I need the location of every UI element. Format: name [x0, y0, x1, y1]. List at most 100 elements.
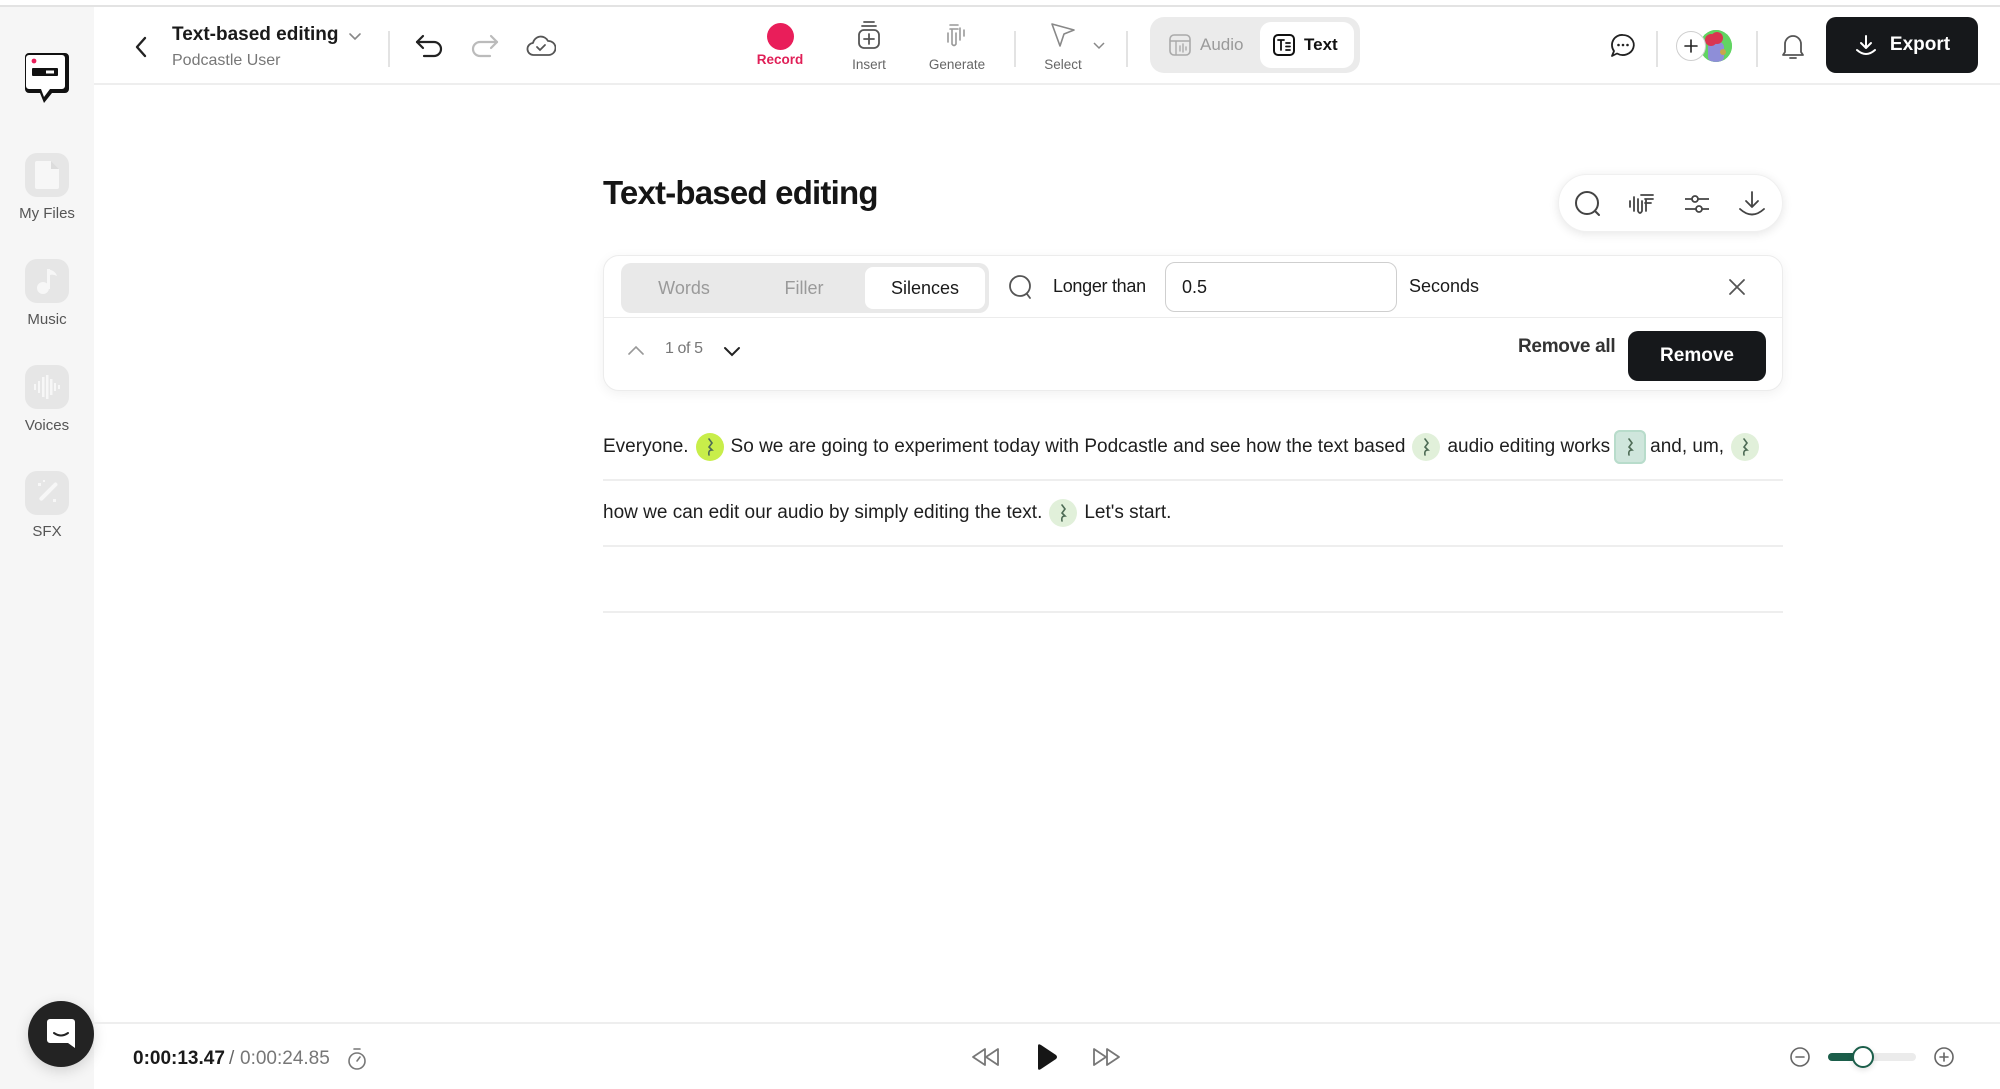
redo-icon [471, 34, 499, 58]
magic-wand-icon [25, 471, 69, 515]
sidebar-item-label: Voices [24, 417, 70, 434]
search-button[interactable] [1573, 189, 1603, 219]
chevron-down-icon [724, 347, 740, 357]
generate-button[interactable]: Generate [924, 20, 990, 72]
tab-silences[interactable]: Silences [865, 267, 985, 309]
sidebar-item-sfx[interactable]: SFX [0, 471, 94, 540]
tool-label: Record [756, 52, 804, 67]
download-transcript-button[interactable] [1737, 189, 1767, 219]
file-icon [25, 153, 69, 197]
chevron-up-icon [628, 345, 644, 355]
transcript-text[interactable]: and, um, [1650, 436, 1724, 458]
transcript-line: Everyone. So we are going to experiment … [603, 415, 1783, 481]
cursor-icon [1051, 23, 1075, 47]
zoom-slider-handle[interactable] [1852, 1046, 1875, 1068]
select-tool-button[interactable]: Select [1038, 20, 1088, 72]
plus-circle-icon [1934, 1047, 1954, 1067]
settings-sliders-button[interactable] [1682, 189, 1712, 219]
waveform-edit-icon [1629, 194, 1654, 214]
rest-icon [1743, 438, 1749, 456]
timer-button[interactable] [346, 1047, 368, 1071]
sidebar-item-voices[interactable]: Voices [0, 365, 94, 434]
notifications-button[interactable] [1776, 29, 1810, 63]
mode-label: Text [1304, 35, 1338, 54]
redo-button[interactable] [468, 29, 502, 63]
longer-than-label: Longer than [1053, 276, 1146, 296]
mode-text-tab[interactable]: Text [1260, 22, 1354, 68]
chevron-left-icon [135, 36, 147, 58]
export-button[interactable]: Export [1826, 17, 1978, 73]
zoom-in-button[interactable] [1932, 1045, 1956, 1069]
silence-marker[interactable] [1731, 433, 1760, 461]
record-button[interactable]: Record [754, 20, 806, 67]
silence-marker[interactable] [695, 433, 724, 461]
audio-enhance-button[interactable] [1627, 189, 1657, 219]
transcript-line-empty[interactable] [603, 547, 1783, 613]
back-button[interactable] [130, 32, 154, 62]
filter-row: Words Filler Silences Longer than Second… [604, 256, 1782, 318]
transcript-text[interactable]: So we are going to experiment today with… [731, 436, 1406, 458]
tab-words[interactable]: Words [625, 267, 743, 309]
cloud-save-status[interactable] [524, 29, 558, 63]
rewind-button[interactable] [968, 1042, 1002, 1072]
tool-label: Select [1044, 57, 1082, 72]
time-separator: / [229, 1048, 235, 1069]
next-match-button[interactable] [722, 344, 742, 360]
project-menu-chevron[interactable] [346, 27, 364, 45]
music-note-icon [25, 259, 69, 303]
select-tool-dropdown[interactable] [1090, 37, 1108, 55]
sidebar-item-music[interactable]: Music [0, 259, 94, 328]
silence-marker-selected[interactable] [1614, 430, 1647, 464]
transcript-text[interactable]: how we can edit our audio by simply edit… [603, 502, 1042, 524]
insert-icon [858, 21, 880, 49]
remove-button[interactable]: Remove [1628, 331, 1766, 381]
support-chat-button[interactable] [28, 1001, 94, 1067]
transcript-text[interactable]: Everyone. [603, 436, 689, 458]
find-silences-panel: Words Filler Silences Longer than Second… [603, 255, 1783, 391]
sidebar-item-my-files[interactable]: My Files [0, 153, 94, 222]
sliders-icon [1685, 195, 1709, 213]
silence-threshold-input[interactable] [1165, 262, 1397, 312]
zoom-out-button[interactable] [1788, 1045, 1812, 1069]
rewind-icon [972, 1048, 999, 1066]
fast-forward-button[interactable] [1090, 1042, 1124, 1072]
mode-audio-tab[interactable]: Audio [1156, 22, 1255, 68]
text-mode-icon [1273, 34, 1295, 56]
page-title: Text-based editing [603, 174, 879, 211]
insert-button[interactable]: Insert [844, 20, 894, 72]
minus-circle-icon [1790, 1047, 1810, 1067]
waveform-icon [25, 365, 69, 409]
current-time: 0:00:13.47 [133, 1048, 225, 1069]
podcastle-logo[interactable] [24, 51, 70, 105]
comments-button[interactable] [1606, 29, 1640, 63]
zoom-slider[interactable] [1828, 1046, 1916, 1068]
undo-button[interactable] [412, 29, 446, 63]
previous-match-button[interactable] [626, 342, 646, 358]
close-panel-button[interactable] [1726, 276, 1748, 298]
divider [1126, 31, 1128, 67]
silence-marker[interactable] [1412, 433, 1441, 461]
top-toolbar: Text-based editing Podcastle User Record… [94, 7, 2000, 85]
transcript-text[interactable]: audio editing works [1447, 436, 1610, 458]
project-owner: Podcastle User [172, 52, 281, 69]
record-dot-icon [766, 23, 794, 50]
download-icon [1855, 35, 1876, 55]
remove-all-button[interactable]: Remove all [1518, 336, 1616, 358]
collaborators [1676, 28, 1736, 64]
invite-collaborator-button[interactable] [1676, 31, 1706, 61]
project-title[interactable]: Text-based editing [172, 24, 338, 46]
export-label: Export [1889, 34, 1951, 55]
tab-filler[interactable]: Filler [745, 267, 863, 309]
search-icon [1575, 191, 1600, 216]
silence-marker[interactable] [1049, 499, 1078, 527]
chat-icon [47, 1019, 75, 1048]
close-icon [1729, 279, 1745, 295]
transcript-line: how we can edit our audio by simply edit… [603, 481, 1783, 547]
filter-type-tabs: Words Filler Silences [621, 263, 989, 313]
undo-icon [415, 34, 443, 58]
rest-icon [707, 438, 714, 456]
play-button[interactable] [1030, 1040, 1062, 1074]
transcript-text[interactable]: Let's start. [1084, 502, 1171, 524]
sidebar-item-label: SFX [32, 523, 62, 540]
sidebar-item-label: My Files [19, 205, 75, 222]
